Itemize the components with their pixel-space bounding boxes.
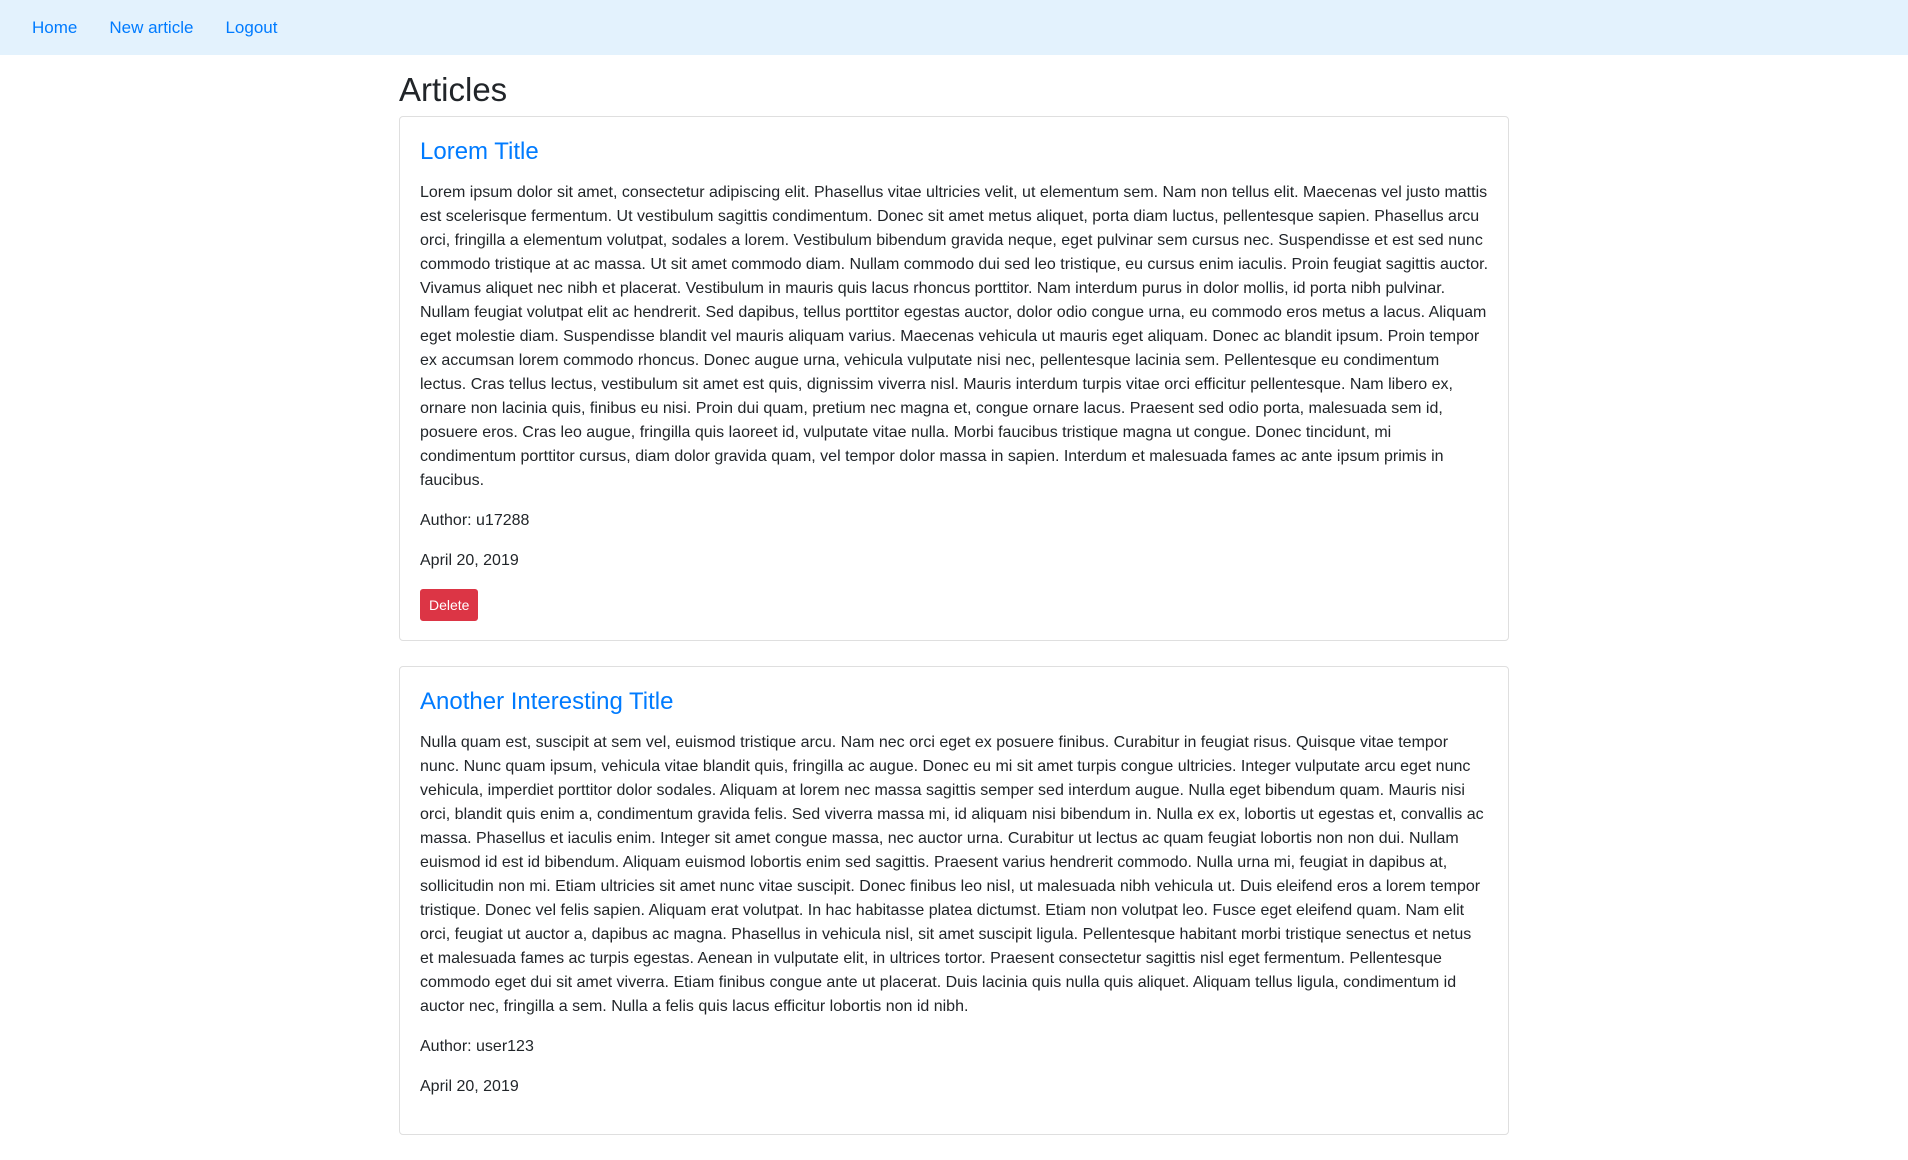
article-title-link[interactable]: Another Interesting Title — [420, 688, 1488, 717]
main-content: Articles Lorem Title Lorem ipsum dolor s… — [399, 55, 1509, 1160]
nav-new-article-link[interactable]: New article — [109, 19, 193, 36]
article-date: April 20, 2019 — [420, 1077, 519, 1095]
article-card: Another Interesting Title Nulla quam est… — [399, 666, 1509, 1135]
article-card: Lorem Title Lorem ipsum dolor sit amet, … — [399, 116, 1509, 642]
top-navbar: Home New article Logout — [0, 0, 1908, 55]
article-author: Author: u17288 — [420, 512, 530, 530]
article-body: Nulla quam est, suscipit at sem vel, eui… — [420, 733, 1484, 1015]
article-author: Author: user123 — [420, 1037, 534, 1055]
nav-logout-link[interactable]: Logout — [225, 19, 277, 36]
page-title: Articles — [399, 71, 508, 108]
article-body: Lorem ipsum dolor sit amet, consectetur … — [420, 184, 1489, 490]
nav-home-link[interactable]: Home — [32, 19, 77, 36]
article-title-link[interactable]: Lorem Title — [420, 138, 1488, 167]
delete-button[interactable]: Delete — [420, 589, 479, 622]
article-date: April 20, 2019 — [420, 552, 519, 570]
